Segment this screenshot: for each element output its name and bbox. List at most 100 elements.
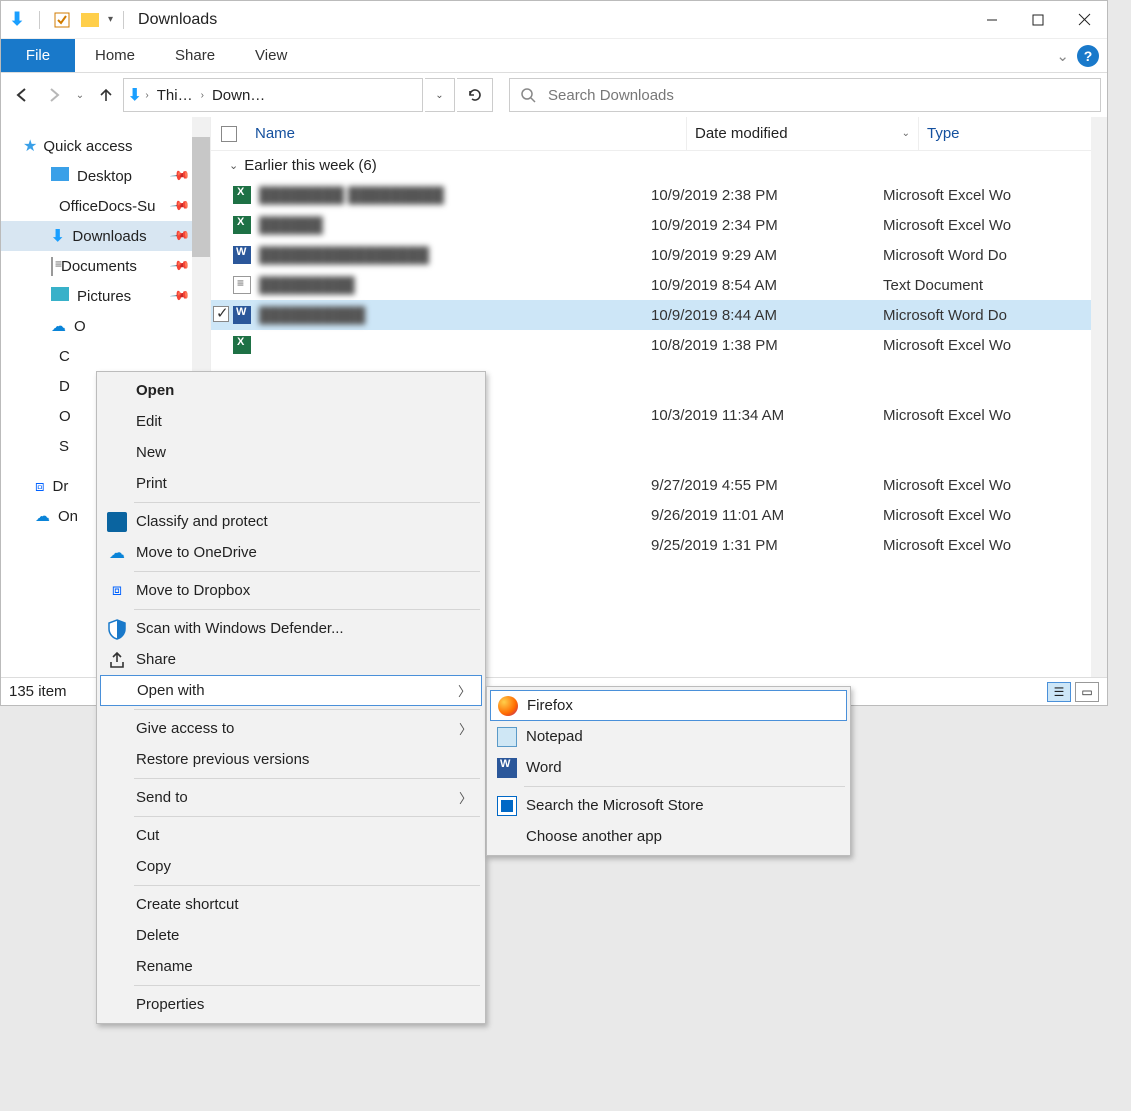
menu-share[interactable]: Share bbox=[100, 644, 482, 675]
qat-dropdown-icon[interactable]: ▾ bbox=[108, 14, 113, 25]
col-date[interactable]: Date modified⌄ bbox=[687, 117, 919, 150]
menu-cut[interactable]: Cut bbox=[100, 820, 482, 851]
context-menu: OpenEditNewPrint Classify and protect☁Mov… bbox=[96, 371, 486, 1024]
menu-restore-previous-versions[interactable]: Restore previous versions bbox=[100, 744, 482, 775]
menu-open-with[interactable]: Open with〉 bbox=[100, 675, 482, 706]
firefox-icon bbox=[497, 695, 519, 717]
maximize-button[interactable] bbox=[1015, 4, 1061, 36]
forward-button[interactable] bbox=[39, 80, 69, 110]
sidebar-item-c[interactable]: C bbox=[1, 341, 210, 371]
file-row[interactable]: 10/8/2019 1:38 PMMicrosoft Excel Wo bbox=[211, 330, 1107, 360]
menu-notepad[interactable]: Notepad bbox=[490, 721, 847, 752]
tab-share[interactable]: Share bbox=[155, 39, 235, 72]
share-icon bbox=[106, 649, 128, 671]
menu-edit[interactable]: Edit bbox=[100, 406, 482, 437]
menu-create-shortcut[interactable]: Create shortcut bbox=[100, 889, 482, 920]
minimize-button[interactable] bbox=[969, 4, 1015, 36]
sidebar-scroll-thumb[interactable] bbox=[192, 137, 210, 257]
view-details-button[interactable]: ☰ bbox=[1047, 682, 1071, 702]
tab-home[interactable]: Home bbox=[75, 39, 155, 72]
location-icon: ⬇ bbox=[128, 85, 141, 105]
file-row[interactable]: ████████ █████████10/9/2019 2:38 PMMicro… bbox=[211, 180, 1107, 210]
menu-word[interactable]: Word bbox=[490, 752, 847, 783]
menu-give-access-to[interactable]: Give access to〉 bbox=[100, 713, 482, 744]
view-thumbnails-button[interactable]: ▭ bbox=[1075, 682, 1099, 702]
file-date: 10/3/2019 11:34 AM bbox=[651, 407, 883, 424]
file-row[interactable]: ✓██████████10/9/2019 8:44 AMMicrosoft Wo… bbox=[211, 300, 1107, 330]
quick-access-header[interactable]: ★ Quick access bbox=[1, 131, 210, 161]
sidebar-item-label: Desktop bbox=[77, 168, 132, 185]
recent-dropdown[interactable]: ⌄ bbox=[71, 80, 89, 110]
menu-classify-and-protect[interactable]: Classify and protect bbox=[100, 506, 482, 537]
menu-label: Search the Microsoft Store bbox=[526, 797, 704, 814]
menu-label: Open with bbox=[137, 682, 205, 699]
tab-view[interactable]: View bbox=[235, 39, 307, 72]
file-type: Microsoft Word Do bbox=[883, 247, 1107, 264]
file-date: 10/9/2019 8:54 AM bbox=[651, 277, 883, 294]
notepad-icon bbox=[496, 726, 518, 748]
menu-scan-with-windows-defender-[interactable]: Scan with Windows Defender... bbox=[100, 613, 482, 644]
file-name: █████████ bbox=[255, 277, 651, 294]
app-icon: ⬇ bbox=[7, 10, 27, 30]
menu-send-to[interactable]: Send to〉 bbox=[100, 782, 482, 813]
menu-properties[interactable]: Properties bbox=[100, 989, 482, 1020]
file-row[interactable]: ██████10/9/2019 2:34 PMMicrosoft Excel W… bbox=[211, 210, 1107, 240]
help-button[interactable]: ? bbox=[1077, 45, 1099, 67]
sidebar-item-documents[interactable]: Documents📌 bbox=[1, 251, 210, 281]
file-type: Microsoft Excel Wo bbox=[883, 507, 1107, 524]
close-button[interactable] bbox=[1061, 4, 1107, 36]
refresh-button[interactable] bbox=[457, 78, 493, 112]
crumb-this-pc[interactable]: Thi… bbox=[153, 87, 197, 104]
sidebar-item-o[interactable]: ☁O bbox=[1, 311, 210, 341]
menu-open[interactable]: Open bbox=[100, 375, 482, 406]
up-button[interactable] bbox=[91, 80, 121, 110]
back-button[interactable] bbox=[7, 80, 37, 110]
col-name[interactable]: Name bbox=[247, 117, 687, 150]
address-dropdown[interactable]: ⌄ bbox=[425, 78, 455, 112]
sidebar-item-desktop[interactable]: Desktop 📌 bbox=[1, 161, 210, 191]
menu-label: Cut bbox=[136, 827, 159, 844]
column-headers: Name Date modified⌄ Type bbox=[211, 117, 1107, 151]
row-checkbox[interactable]: ✓ bbox=[213, 306, 229, 322]
menu-label: Delete bbox=[136, 927, 179, 944]
menu-search-the-microsoft-store[interactable]: Search the Microsoft Store bbox=[490, 790, 847, 821]
file-tab[interactable]: File bbox=[1, 39, 75, 72]
file-date: 9/27/2019 4:55 PM bbox=[651, 477, 883, 494]
search-box[interactable]: Search Downloads bbox=[509, 78, 1101, 112]
menu-delete[interactable]: Delete bbox=[100, 920, 482, 951]
sidebar-item-officedocs-su[interactable]: OfficeDocs-Su📌 bbox=[1, 191, 210, 221]
qat-folder-icon[interactable] bbox=[80, 10, 100, 30]
group-header[interactable]: ⌄ Earlier this week (6) bbox=[211, 151, 1107, 180]
chevron-icon[interactable]: › bbox=[199, 90, 206, 101]
file-date: 9/25/2019 1:31 PM bbox=[651, 537, 883, 554]
crumb-downloads[interactable]: Downl… bbox=[208, 87, 272, 104]
pin-icon: 📌 bbox=[169, 165, 192, 188]
pic-icon bbox=[51, 287, 69, 305]
address-bar[interactable]: ⬇ › Thi… › Downl… bbox=[123, 78, 423, 112]
menu-print[interactable]: Print bbox=[100, 468, 482, 499]
excel-icon bbox=[211, 336, 255, 354]
menu-rename[interactable]: Rename bbox=[100, 951, 482, 982]
menu-new[interactable]: New bbox=[100, 437, 482, 468]
file-row[interactable]: █████████10/9/2019 8:54 AMText Document bbox=[211, 270, 1107, 300]
menu-label: Restore previous versions bbox=[136, 751, 309, 768]
file-date: 10/9/2019 2:38 PM bbox=[651, 187, 883, 204]
sidebar-item-label: Pictures bbox=[77, 288, 131, 305]
menu-move-to-onedrive[interactable]: ☁Move to OneDrive bbox=[100, 537, 482, 568]
collapse-icon: ⌄ bbox=[229, 159, 238, 172]
qat-properties-icon[interactable] bbox=[52, 10, 72, 30]
file-type: Microsoft Excel Wo bbox=[883, 217, 1107, 234]
menu-copy[interactable]: Copy bbox=[100, 851, 482, 882]
menu-firefox[interactable]: Firefox bbox=[490, 690, 847, 721]
sidebar-item-downloads[interactable]: ⬇Downloads📌 bbox=[1, 221, 210, 251]
file-list-scrollbar[interactable] bbox=[1091, 117, 1107, 677]
ribbon-expand-icon[interactable]: ⌄ bbox=[1056, 47, 1069, 65]
file-row[interactable]: ████████████████10/9/2019 9:29 AMMicroso… bbox=[211, 240, 1107, 270]
menu-label: Rename bbox=[136, 958, 193, 975]
menu-choose-another-app[interactable]: Choose another app bbox=[490, 821, 847, 852]
chevron-icon[interactable]: › bbox=[143, 90, 150, 101]
menu-move-to-dropbox[interactable]: ⧈Move to Dropbox bbox=[100, 575, 482, 606]
select-all-checkbox[interactable] bbox=[221, 126, 237, 142]
col-type[interactable]: Type bbox=[919, 117, 1107, 150]
sidebar-item-pictures[interactable]: Pictures📌 bbox=[1, 281, 210, 311]
